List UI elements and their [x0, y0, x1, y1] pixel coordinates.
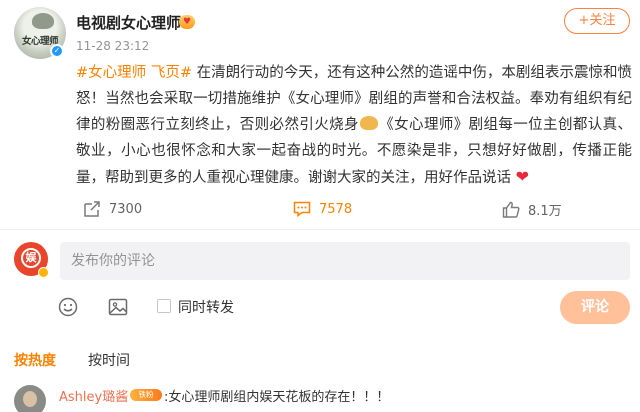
commenter-avatar[interactable]	[14, 385, 46, 412]
comment-text: :女心理师剧组内娱天花板的存在！！！	[164, 390, 390, 405]
fan-badge-icon: 铁粉	[130, 389, 162, 401]
like-button[interactable]: 8.1万	[502, 198, 562, 220]
like-count: 8.1万	[528, 203, 562, 219]
repost-checkbox[interactable]	[157, 299, 171, 313]
comment-count: 7578	[319, 201, 353, 217]
fist-emoji-icon	[359, 116, 378, 130]
repost-button[interactable]: 7300	[83, 198, 142, 220]
user-level-icon	[38, 267, 49, 278]
section-divider	[0, 229, 640, 230]
verified-icon: ✓	[50, 44, 64, 58]
submit-comment-button[interactable]: 评论	[560, 291, 630, 324]
current-user-avatar[interactable]: 娱	[14, 242, 49, 278]
image-icon[interactable]	[108, 297, 128, 317]
avatar-tree-graphic	[32, 13, 54, 29]
emoji-icon[interactable]	[58, 297, 78, 317]
heart-emoji-icon: ❤	[515, 167, 530, 186]
vip-icon[interactable]: ♥	[179, 15, 195, 29]
repost-count: 7300	[109, 201, 143, 217]
post-text: #女心理师 飞页# 在清朗行动的今天，还有这种公然的造谣中伤，本剧组表示震惊和愤…	[76, 60, 632, 191]
tab-sort-by-hot[interactable]: 按热度	[14, 350, 56, 370]
current-user-avatar-glyph: 娱	[21, 248, 41, 268]
post-time[interactable]: 11-28 23:12	[76, 39, 149, 53]
poster-name[interactable]: 电视剧女心理师	[76, 12, 181, 33]
comment-input[interactable]	[60, 242, 630, 280]
follow-button[interactable]: +关注	[564, 8, 630, 34]
commenter-avatar-face	[23, 391, 37, 407]
comment-button[interactable]: 7578	[293, 198, 352, 220]
repost-icon	[84, 201, 100, 217]
topic-hashtag-link[interactable]: #女心理师 飞页#	[76, 65, 192, 81]
commenter-name[interactable]: Ashley璐酱	[59, 386, 128, 405]
repost-checkbox-label[interactable]: 同时转发	[178, 297, 234, 317]
comment-icon	[293, 201, 311, 217]
like-icon	[502, 201, 520, 218]
tab-sort-by-time[interactable]: 按时间	[88, 350, 130, 370]
